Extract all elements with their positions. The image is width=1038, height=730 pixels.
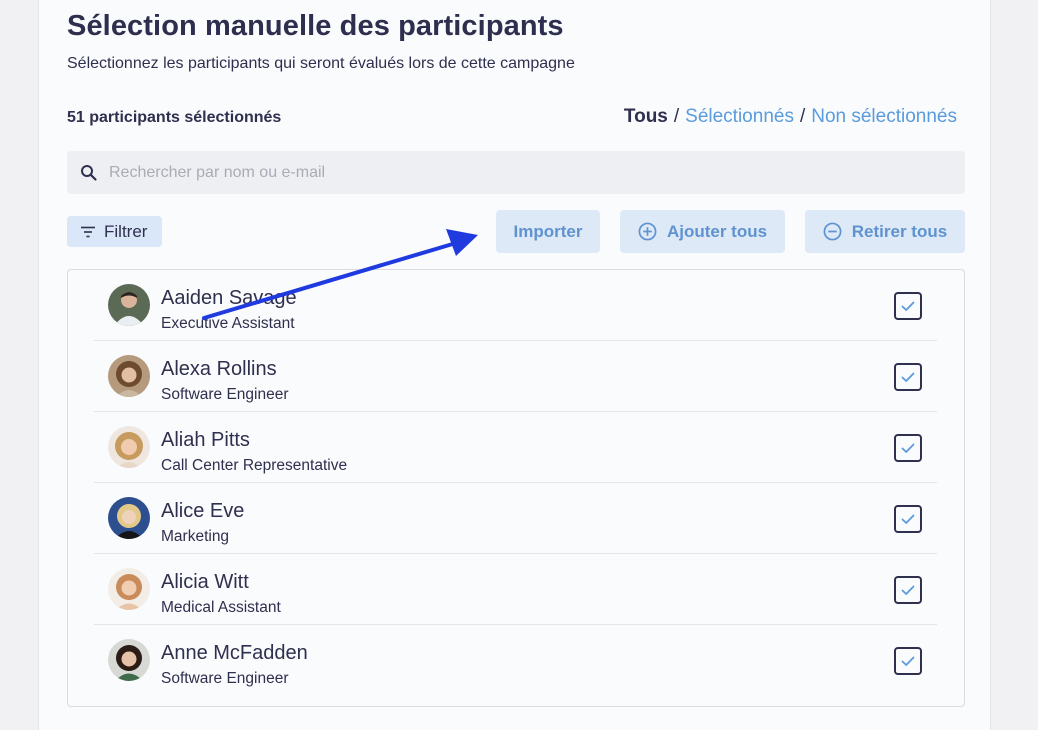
avatar — [108, 639, 150, 681]
participant-name: Anne McFadden — [161, 642, 308, 664]
list-item[interactable]: Aaiden Savage Executive Assistant — [94, 270, 937, 341]
avatar — [108, 497, 150, 539]
check-icon — [901, 656, 915, 666]
participant-name: Aliah Pitts — [161, 429, 250, 451]
participants-panel: Sélection manuelle des participants Séle… — [38, 0, 991, 730]
participant-role: Call Center Representative — [161, 457, 348, 474]
page-subtitle: Sélectionnez les participants qui seront… — [67, 55, 575, 72]
filter-unselected-link[interactable]: Non sélectionnés — [811, 106, 957, 127]
filter-selected-link[interactable]: Sélectionnés — [685, 106, 794, 127]
plus-circle-icon — [638, 222, 657, 241]
filter-all-link[interactable]: Tous — [624, 106, 668, 127]
check-icon — [901, 301, 915, 311]
check-icon — [901, 372, 915, 382]
list-item[interactable]: Aliah Pitts Call Center Representative — [94, 412, 937, 483]
participant-name: Alicia Witt — [161, 571, 249, 593]
participant-name: Aaiden Savage — [161, 287, 297, 309]
participant-role: Marketing — [161, 528, 230, 545]
participant-checkbox[interactable] — [894, 434, 922, 462]
participant-name: Alice Eve — [161, 500, 245, 522]
remove-all-button[interactable]: Retirer tous — [805, 210, 965, 253]
participant-checkbox[interactable] — [894, 505, 922, 533]
view-filter-group: Tous / Sélectionnés / Non sélectionnés — [624, 106, 957, 128]
check-icon — [901, 585, 915, 595]
minus-circle-icon — [823, 222, 842, 241]
search-box[interactable] — [67, 151, 965, 194]
check-icon — [901, 514, 915, 524]
avatar — [108, 426, 150, 468]
participant-role: Software Engineer — [161, 670, 289, 687]
participant-checkbox[interactable] — [894, 292, 922, 320]
list-item[interactable]: Alice Eve Marketing — [94, 483, 937, 554]
selected-count: 51 participants sélectionnés — [67, 109, 282, 126]
participant-checkbox[interactable] — [894, 363, 922, 391]
search-input[interactable] — [109, 151, 949, 194]
participant-name: Alexa Rollins — [161, 358, 277, 380]
avatar — [108, 355, 150, 397]
participant-role: Software Engineer — [161, 386, 289, 403]
participant-list: Aaiden Savage Executive Assistant Alexa … — [67, 269, 965, 707]
page-title: Sélection manuelle des participants — [67, 10, 564, 42]
list-item[interactable]: Anne McFadden Software Engineer — [94, 625, 937, 696]
filter-separator: / — [799, 106, 806, 127]
avatar — [108, 284, 150, 326]
add-all-button[interactable]: Ajouter tous — [620, 210, 785, 253]
import-button-label: Importer — [513, 221, 583, 241]
check-icon — [901, 443, 915, 453]
list-item[interactable]: Alexa Rollins Software Engineer — [94, 341, 937, 412]
filter-separator: / — [673, 106, 680, 127]
list-item[interactable]: Alicia Witt Medical Assistant — [94, 554, 937, 625]
import-button[interactable]: Importer — [496, 210, 600, 253]
remove-all-button-label: Retirer tous — [851, 221, 948, 241]
participant-role: Medical Assistant — [161, 599, 281, 616]
search-icon — [81, 165, 97, 181]
add-all-button-label: Ajouter tous — [666, 221, 768, 241]
filter-icon — [81, 226, 95, 237]
filter-button-label: Filtrer — [104, 221, 148, 241]
participant-role: Executive Assistant — [161, 315, 295, 332]
participant-checkbox[interactable] — [894, 576, 922, 604]
avatar — [108, 568, 150, 610]
filter-button[interactable]: Filtrer — [67, 216, 162, 247]
participant-checkbox[interactable] — [894, 647, 922, 675]
